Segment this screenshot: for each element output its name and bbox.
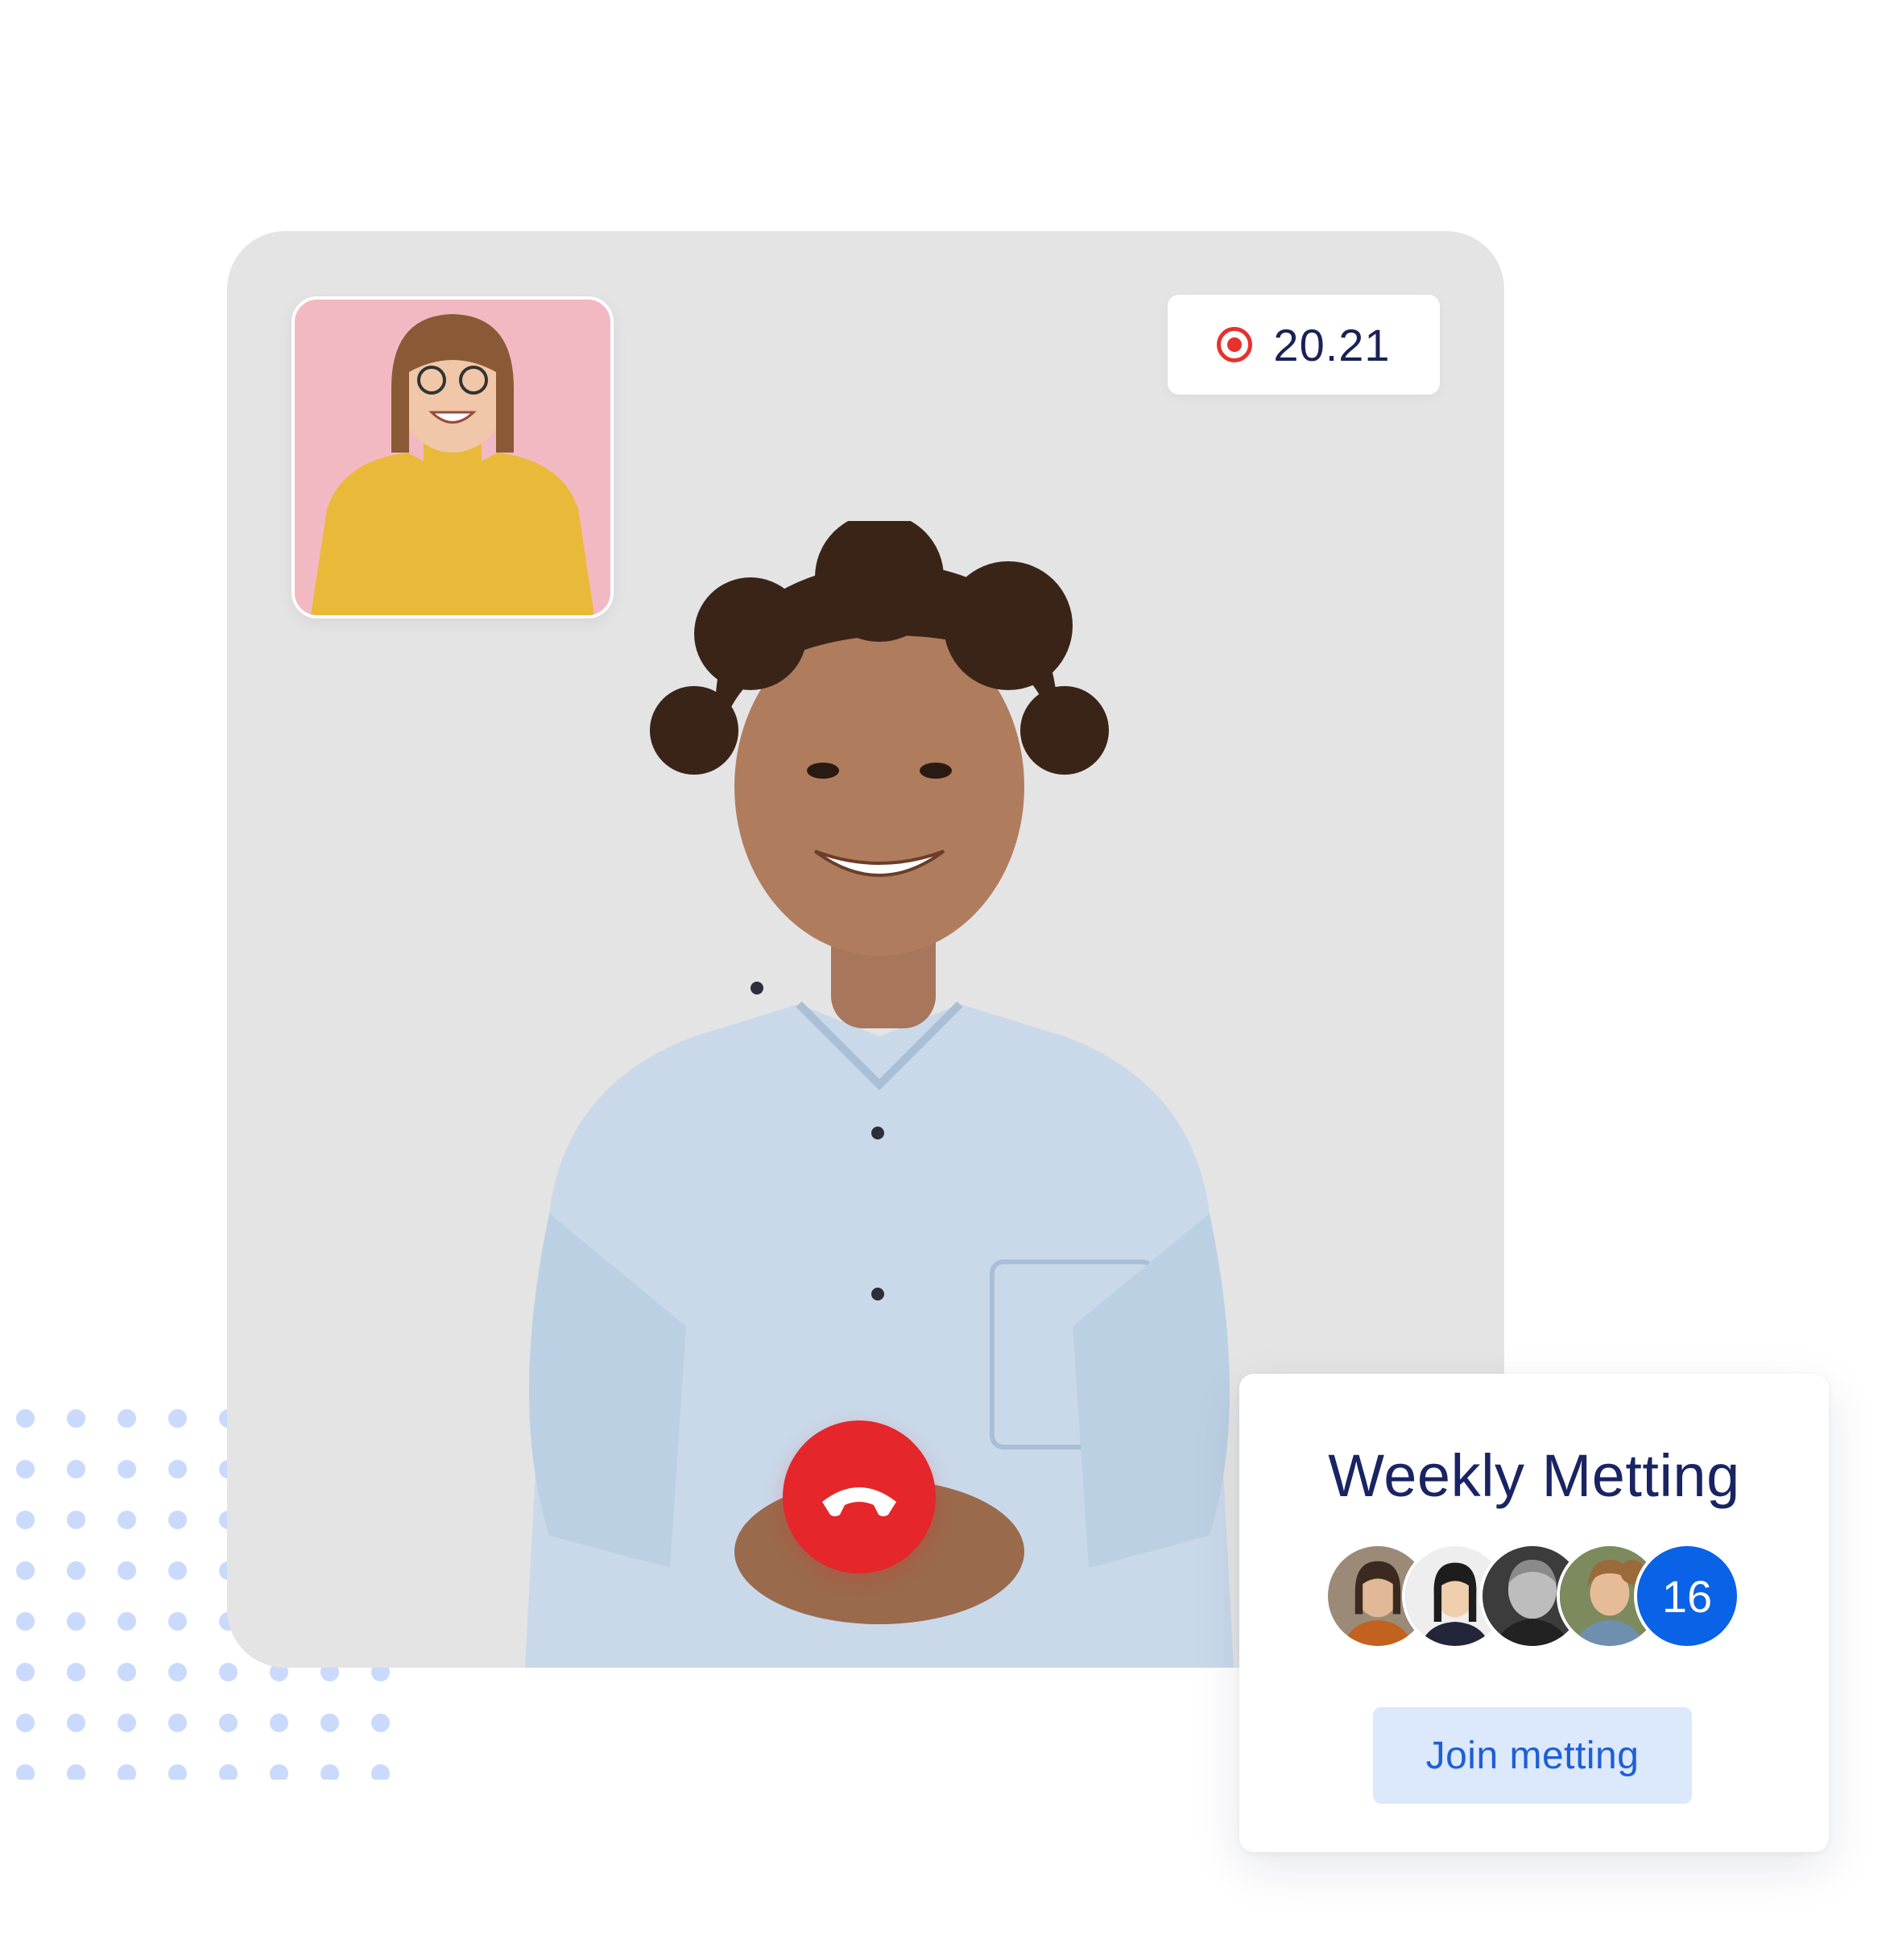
phone-hangup-icon	[822, 1487, 896, 1516]
record-icon	[1217, 327, 1253, 362]
participant-avatars: 16	[1325, 1543, 1743, 1652]
meeting-card: Weekly Metting 16 Join metting	[1239, 1374, 1829, 1852]
end-call-button[interactable]	[783, 1420, 936, 1573]
self-view-video[interactable]	[292, 296, 614, 618]
join-meeting-button[interactable]: Join metting	[1373, 1707, 1692, 1804]
participant-count-badge[interactable]: 16	[1634, 1543, 1740, 1649]
recording-time: 20.21	[1273, 319, 1391, 370]
recording-timer: 20.21	[1168, 295, 1440, 395]
meeting-title: Weekly Metting	[1328, 1442, 1740, 1509]
